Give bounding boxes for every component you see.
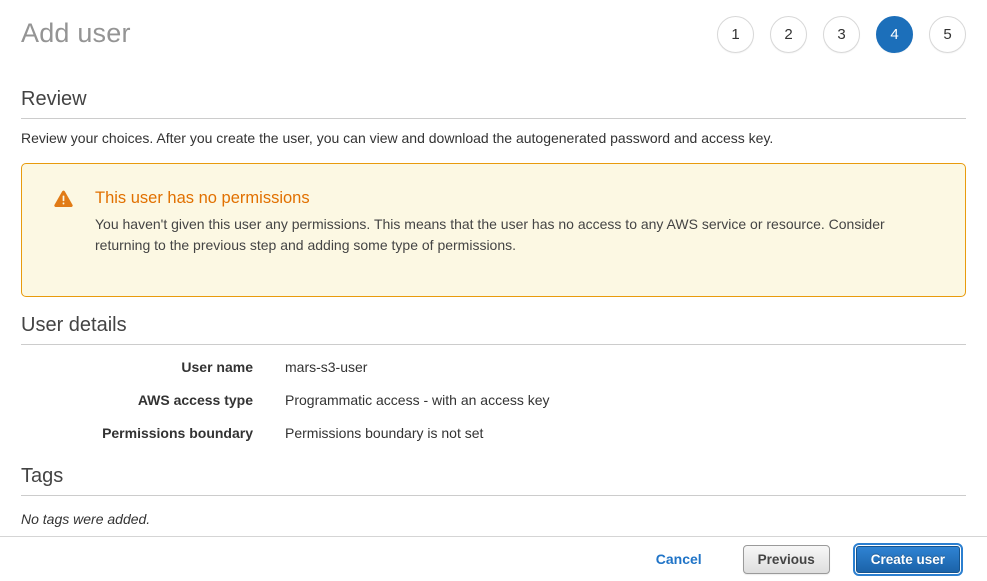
- detail-label: User name: [21, 359, 253, 375]
- step-2[interactable]: 2: [770, 16, 807, 53]
- tags-empty-message: No tags were added.: [21, 511, 966, 527]
- detail-row-user-name: User name mars-s3-user: [21, 359, 966, 375]
- tags-section: Tags No tags were added.: [21, 465, 966, 527]
- wizard-footer: Cancel Previous Create user: [0, 536, 987, 581]
- detail-row-permissions-boundary: Permissions boundary Permissions boundar…: [21, 425, 966, 441]
- detail-value: Permissions boundary is not set: [285, 425, 483, 441]
- create-user-button[interactable]: Create user: [856, 546, 960, 573]
- wizard-content: Review Review your choices. After you cr…: [0, 76, 987, 536]
- user-details-heading: User details: [21, 314, 966, 345]
- no-permissions-warning: This user has no permissions You haven't…: [21, 163, 966, 297]
- wizard-header: Add user 1 2 3 4 5: [0, 0, 987, 76]
- previous-button[interactable]: Previous: [743, 545, 830, 574]
- cancel-link[interactable]: Cancel: [656, 551, 702, 567]
- user-details-rows: User name mars-s3-user AWS access type P…: [21, 345, 966, 441]
- detail-label: Permissions boundary: [21, 425, 253, 441]
- tags-heading: Tags: [21, 465, 966, 496]
- wizard-stepper: 1 2 3 4 5: [717, 16, 966, 53]
- add-user-wizard: Add user 1 2 3 4 5 Review Review your ch…: [0, 0, 987, 581]
- step-1[interactable]: 1: [717, 16, 754, 53]
- create-user-button-focus-ring: Create user: [853, 543, 963, 576]
- review-description: Review your choices. After you create th…: [21, 130, 966, 146]
- detail-row-access-type: AWS access type Programmatic access - wi…: [21, 392, 966, 408]
- warning-title: This user has no permissions: [95, 189, 929, 208]
- page-title: Add user: [21, 16, 131, 49]
- warning-triangle-icon: [54, 189, 73, 256]
- step-4[interactable]: 4: [876, 16, 913, 53]
- review-heading: Review: [21, 88, 966, 119]
- warning-text-block: This user has no permissions You haven't…: [95, 189, 929, 256]
- detail-value: Programmatic access - with an access key: [285, 392, 550, 408]
- user-details-section: User details User name mars-s3-user AWS …: [21, 314, 966, 441]
- detail-value: mars-s3-user: [285, 359, 367, 375]
- step-5[interactable]: 5: [929, 16, 966, 53]
- warning-body: You haven't given this user any permissi…: [95, 214, 929, 256]
- review-section: Review Review your choices. After you cr…: [21, 88, 966, 297]
- detail-label: AWS access type: [21, 392, 253, 408]
- step-3[interactable]: 3: [823, 16, 860, 53]
